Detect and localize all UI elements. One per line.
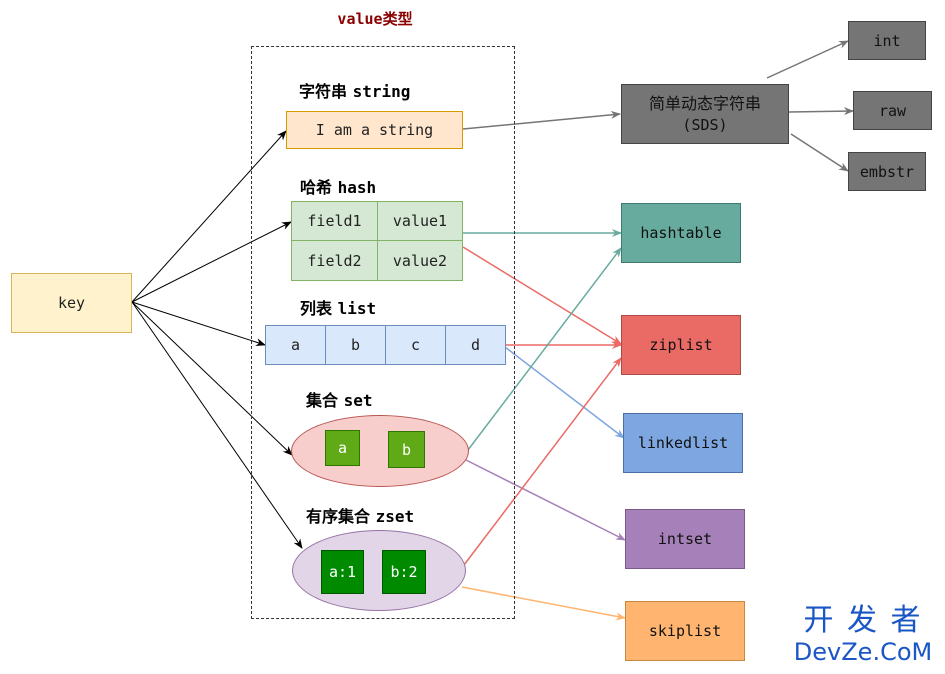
hash-value1: value1 xyxy=(392,212,448,230)
hashtable-label: hashtable xyxy=(640,224,722,242)
intset-label: intset xyxy=(657,530,713,548)
hash-cell: field1 xyxy=(292,202,378,241)
list-item-text: a xyxy=(290,336,301,354)
set-label: 集合 set xyxy=(306,387,373,411)
hash-cell: field2 xyxy=(292,241,378,280)
watermark-line1: 开 发 者 xyxy=(803,603,923,638)
arrow-sds-int xyxy=(766,40,849,79)
sds-label-cn: 简单动态字符串 xyxy=(648,94,761,114)
raw-node: raw xyxy=(853,91,932,130)
skiplist-node: skiplist xyxy=(625,601,745,661)
set-item: b xyxy=(388,431,425,468)
arrow-sds-raw xyxy=(788,107,854,116)
list-item-text: c xyxy=(410,336,421,354)
hash-label: 哈希 hash xyxy=(300,174,376,198)
int-label: int xyxy=(873,31,901,50)
string-value: I am a string xyxy=(315,121,434,139)
ziplist-label: ziplist xyxy=(649,336,713,354)
list-item-text: b xyxy=(350,336,361,354)
hash-cell: value2 xyxy=(378,241,462,280)
raw-label: raw xyxy=(878,101,907,120)
zset-item: a:1 xyxy=(321,550,364,594)
watermark: 开 发 者 DevZe.CoM xyxy=(788,603,938,667)
intset-node: intset xyxy=(625,509,745,569)
set-label-cn: 集合 xyxy=(306,391,339,410)
zset-item: b:2 xyxy=(382,550,426,594)
key-node: key xyxy=(11,273,132,333)
zset-label-en: zset xyxy=(375,507,415,526)
list-item: b xyxy=(326,326,386,364)
zset-item-text: a:1 xyxy=(328,563,357,581)
embstr-label: embstr xyxy=(859,162,915,181)
list-label-en: list xyxy=(337,299,377,318)
skiplist-label: skiplist xyxy=(648,622,722,640)
ziplist-node: ziplist xyxy=(621,315,741,375)
arrow-list-linkedlist xyxy=(504,346,625,439)
list-label: 列表 list xyxy=(300,295,376,319)
list-item: c xyxy=(386,326,446,364)
string-label: 字符串 string xyxy=(299,78,410,102)
set-ellipse xyxy=(291,415,469,487)
set-item-text: b xyxy=(401,440,412,459)
hash-label-cn: 哈希 xyxy=(300,178,333,197)
list-item: d xyxy=(446,326,505,364)
list-label-cn: 列表 xyxy=(300,299,333,318)
linkedlist-node: linkedlist xyxy=(623,413,743,473)
embstr-node: embstr xyxy=(848,152,926,191)
set-item-text: a xyxy=(337,439,348,457)
hash-cell: value1 xyxy=(378,202,462,241)
linkedlist-label: linkedlist xyxy=(637,434,729,452)
key-label: key xyxy=(57,294,86,312)
zset-label-cn: 有序集合 xyxy=(306,507,371,526)
sds-node: 简单动态字符串 (SDS) xyxy=(621,84,789,144)
hashtable-node: hashtable xyxy=(621,203,741,263)
set-label-en: set xyxy=(343,391,373,410)
hash-field1: field1 xyxy=(307,212,362,230)
hash-field2: field2 xyxy=(307,251,362,270)
zset-label: 有序集合 zset xyxy=(306,503,414,527)
hash-label-en: hash xyxy=(337,178,377,197)
arrow-key-list xyxy=(131,301,266,347)
list-item: a xyxy=(266,326,326,364)
string-label-en: string xyxy=(352,82,411,101)
diagram-title: value类型 xyxy=(337,10,413,28)
int-node: int xyxy=(848,21,926,60)
arrow-sds-embstr xyxy=(790,133,849,172)
string-label-cn: 字符串 xyxy=(299,82,348,101)
list-item-text: d xyxy=(470,336,481,354)
set-item: a xyxy=(325,430,360,466)
string-value-box: I am a string xyxy=(286,111,463,149)
watermark-line2: DevZe.CoM xyxy=(793,638,933,666)
hash-value2: value2 xyxy=(392,251,448,270)
zset-item-text: b:2 xyxy=(390,563,418,581)
sds-label-en: (SDS) xyxy=(682,115,728,134)
hash-table: field1 value1 field2 value2 xyxy=(291,201,463,281)
list-row: a b c d xyxy=(265,325,506,365)
zset-ellipse xyxy=(292,530,466,611)
